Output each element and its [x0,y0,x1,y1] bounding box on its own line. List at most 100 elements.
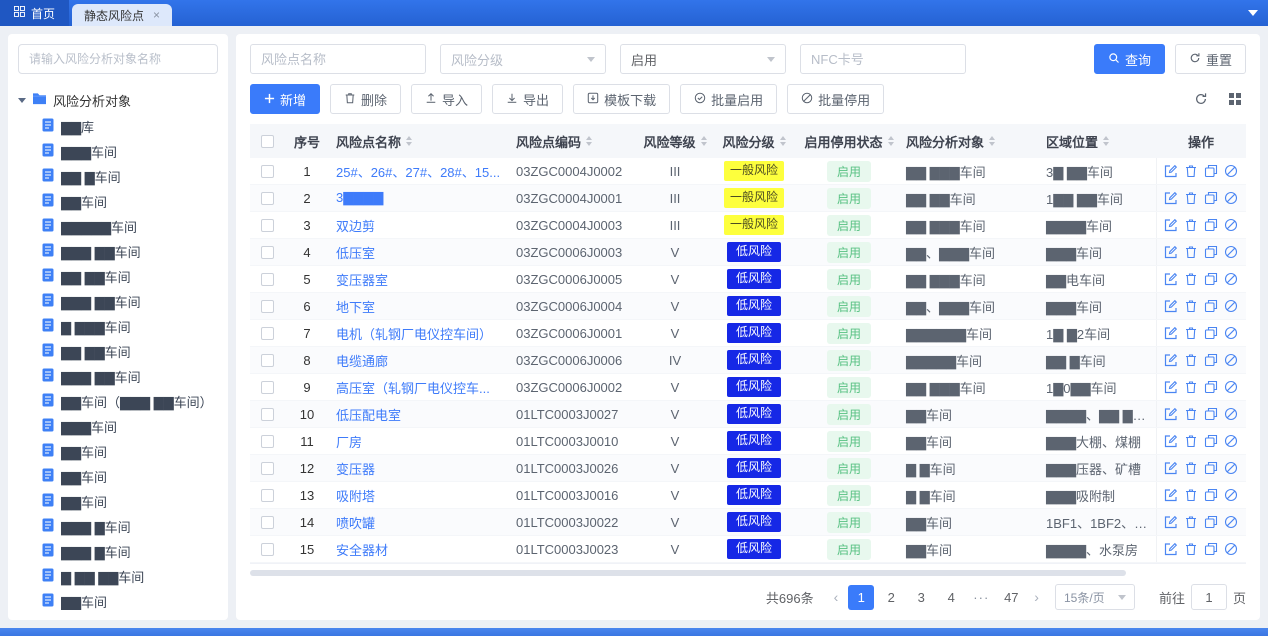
column-header-name[interactable]: 风险点名称 [330,132,510,151]
delete-icon[interactable] [1183,515,1198,530]
row-checkbox[interactable] [261,435,274,448]
delete-icon[interactable] [1183,380,1198,395]
risk-point-name-link[interactable]: 吸附塔 [336,486,504,505]
copy-icon[interactable] [1203,434,1218,449]
copy-icon[interactable] [1203,542,1218,557]
sidebar-tree-item[interactable]: ▇▇▇ ▇车间 [18,514,218,539]
risk-point-name-link[interactable]: 电机（轧钢厂电仪控车间） [336,324,504,343]
add-button[interactable]: 新增 [250,84,320,114]
copy-icon[interactable] [1203,299,1218,314]
edit-icon[interactable] [1163,542,1178,557]
sort-icon[interactable] [780,136,786,146]
sort-icon[interactable] [1103,136,1109,146]
pagination-page-1[interactable]: 1 [848,585,874,610]
edit-icon[interactable] [1163,353,1178,368]
sidebar-tree-item[interactable]: ▇▇车间 [18,439,218,464]
delete-icon[interactable] [1183,488,1198,503]
tab-home[interactable]: 首页 [0,0,69,26]
row-checkbox[interactable] [261,165,274,178]
row-checkbox[interactable] [261,300,274,313]
tab-static-risk-points[interactable]: 静态风险点 × [72,4,172,26]
disable-icon[interactable] [1223,299,1238,314]
disable-icon[interactable] [1223,488,1238,503]
pagination-page-4[interactable]: 4 [938,585,964,610]
risk-point-name-link[interactable]: 电缆通廊 [336,351,504,370]
edit-icon[interactable] [1163,272,1178,287]
risk-point-name-link[interactable]: 高压室（轧钢厂电仪控车... [336,378,504,397]
sidebar-tree-item[interactable]: ▇▇车间（▇▇▇ ▇▇车间） [18,389,218,414]
copy-icon[interactable] [1203,461,1218,476]
edit-icon[interactable] [1163,164,1178,179]
copy-icon[interactable] [1203,245,1218,260]
table-row[interactable]: 6 地下室 03ZGC0006J0004 V 低风险 启用 ▇▇、▇▇▇车间 ▇… [250,293,1246,320]
delete-icon[interactable] [1183,164,1198,179]
column-header-grade[interactable]: 风险分级 [710,132,798,151]
page-size-select[interactable]: 15条/页 [1055,584,1135,610]
risk-grade-select[interactable]: 风险分级 [440,44,606,74]
pagination-page-47[interactable]: 47 [998,585,1024,610]
copy-icon[interactable] [1203,353,1218,368]
disable-icon[interactable] [1223,218,1238,233]
delete-icon[interactable] [1183,245,1198,260]
sidebar-tree-item[interactable]: ▇ ▇▇ ▇▇车间 [18,564,218,589]
pagination-page-3[interactable]: 3 [908,585,934,610]
risk-point-name-link[interactable]: 变压器 [336,459,504,478]
edit-icon[interactable] [1163,245,1178,260]
sidebar-tree-item[interactable]: ▇▇车间 [18,189,218,214]
sidebar-tree-item[interactable]: ▇▇车间 [18,464,218,489]
query-button[interactable]: 查询 [1094,44,1165,74]
risk-point-name-link[interactable]: 低压配电室 [336,405,504,424]
sidebar-tree-item[interactable]: ▇▇▇ ▇▇车间 [18,364,218,389]
delete-icon[interactable] [1183,353,1198,368]
copy-icon[interactable] [1203,272,1218,287]
sort-icon[interactable] [586,136,592,146]
sidebar-tree-item[interactable]: ▇▇ ▇车间 [18,164,218,189]
copy-icon[interactable] [1203,218,1218,233]
risk-point-name-link[interactable]: 低压室 [336,243,504,262]
row-checkbox[interactable] [261,273,274,286]
row-checkbox[interactable] [261,219,274,232]
disable-icon[interactable] [1223,353,1238,368]
sidebar-tree-item[interactable]: ▇▇车间 [18,589,218,610]
delete-icon[interactable] [1183,461,1198,476]
horizontal-scrollbar-thumb[interactable] [250,570,1126,576]
sort-icon[interactable] [701,136,707,146]
topbar-menu-caret-icon[interactable] [1248,10,1258,16]
row-checkbox[interactable] [261,462,274,475]
row-checkbox[interactable] [261,246,274,259]
batch-disable-button[interactable]: 批量停用 [787,84,884,114]
disable-icon[interactable] [1223,434,1238,449]
row-checkbox[interactable] [261,192,274,205]
risk-point-name-link[interactable]: 双边剪 [336,216,504,235]
tree-expand-caret-icon[interactable] [18,98,26,103]
delete-icon[interactable] [1183,326,1198,341]
table-row[interactable]: 14 喷吹罐 01LTC0003J0022 V 低风险 启用 ▇▇车间 1BF1… [250,509,1246,536]
analysis-object-search-input[interactable] [18,44,218,74]
pagination-page-2[interactable]: 2 [878,585,904,610]
edit-icon[interactable] [1163,461,1178,476]
copy-icon[interactable] [1203,407,1218,422]
copy-icon[interactable] [1203,488,1218,503]
template-download-button[interactable]: 模板下载 [573,84,670,114]
table-row[interactable]: 8 电缆通廊 03ZGC0006J0006 IV 低风险 启用 ▇▇▇▇▇车间 … [250,347,1246,374]
tab-close-icon[interactable]: × [153,9,160,21]
disable-icon[interactable] [1223,272,1238,287]
enable-status-select[interactable]: 启用 [620,44,786,74]
sidebar-tree-item[interactable]: ▇▇ ▇▇车间 [18,339,218,364]
export-button[interactable]: 导出 [492,84,563,114]
row-checkbox[interactable] [261,354,274,367]
disable-icon[interactable] [1223,164,1238,179]
column-header-location[interactable]: 区域位置 [1040,132,1156,151]
goto-page-input[interactable] [1191,584,1227,610]
table-row[interactable]: 1 25#、26#、27#、28#、15... 03ZGC0004J0002 I… [250,158,1246,185]
risk-point-name-link[interactable]: 安全器材 [336,540,504,559]
disable-icon[interactable] [1223,542,1238,557]
delete-icon[interactable] [1183,191,1198,206]
edit-icon[interactable] [1163,407,1178,422]
batch-enable-button[interactable]: 批量启用 [680,84,777,114]
copy-icon[interactable] [1203,164,1218,179]
row-checkbox[interactable] [261,327,274,340]
edit-icon[interactable] [1163,380,1178,395]
table-row[interactable]: 4 低压室 03ZGC0006J0003 V 低风险 启用 ▇▇、▇▇▇车间 ▇… [250,239,1246,266]
delete-icon[interactable] [1183,434,1198,449]
